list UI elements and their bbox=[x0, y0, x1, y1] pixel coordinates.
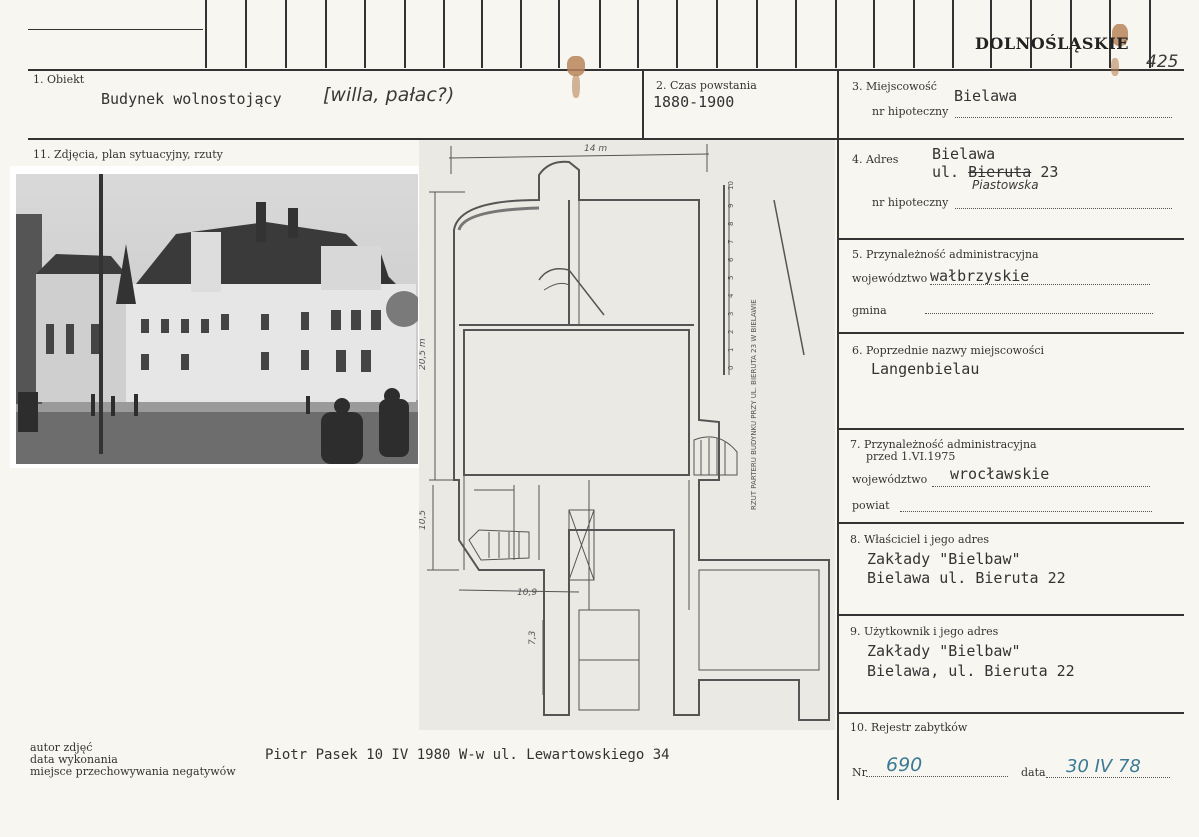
field9-label: 9. Użytkownik i jego adres bbox=[850, 625, 999, 638]
field3-value: Bielawa bbox=[954, 87, 1018, 105]
plan-dim-bottom2: 7,3 bbox=[528, 630, 538, 645]
field1-handwritten: [willa, pałac?) bbox=[323, 84, 455, 106]
field6-value: Langenbielau bbox=[871, 360, 980, 378]
plan-dim-left: 20,5 m bbox=[419, 338, 428, 370]
paper-stain bbox=[567, 56, 585, 76]
field1-label: 1. Obiekt bbox=[33, 73, 85, 86]
field10-label: 10. Rejestr zabytków bbox=[850, 721, 968, 734]
field4-ul: ul. bbox=[932, 163, 960, 181]
field1-value: Budynek wolnostojący bbox=[101, 90, 282, 108]
field5-woj-value: wałbrzyskie bbox=[930, 267, 1030, 285]
field8-label: 8. Właściciel i jego adres bbox=[850, 533, 990, 546]
inventory-card: DOLNOŚLĄSKIE 425 1. Obiekt Budynek wolno… bbox=[0, 0, 1199, 837]
region-stamp: DOLNOŚLĄSKIE bbox=[975, 34, 1129, 53]
field4-hipoteczny-label: nr hipoteczny bbox=[872, 196, 949, 209]
field8-line2: Bielawa ul. Bieruta 22 bbox=[867, 569, 1066, 587]
field4-label: 4. Adres bbox=[852, 153, 899, 166]
plan-dim-bottom: 10,9 bbox=[517, 588, 537, 598]
plan-scale-label: 5 bbox=[727, 276, 735, 280]
plan-scale-label: 2 bbox=[727, 330, 735, 334]
field8-line1: Zakłady "Bielbaw" bbox=[867, 550, 1021, 568]
corner-number: 425 bbox=[1146, 52, 1179, 72]
field6-label: 6. Poprzednie nazwy miejscowości bbox=[852, 344, 1045, 357]
footer-value: Piotr Pasek 10 IV 1980 W-w ul. Lewartows… bbox=[265, 747, 670, 763]
plan-scale-label: 8 bbox=[727, 222, 735, 226]
plan-dim-left2: 10,5 bbox=[419, 510, 428, 530]
paper-stain bbox=[1111, 58, 1119, 76]
plan-scale-label: 3 bbox=[727, 312, 735, 316]
plan-dim-top: 14 m bbox=[584, 144, 607, 154]
field7-woj-label: województwo bbox=[852, 473, 928, 486]
villa-photograph bbox=[10, 166, 424, 468]
footer-label-storage: miejsce przechowywania negatywów bbox=[30, 765, 236, 778]
field11-label: 11. Zdjęcia, plan sytuacyjny, rzuty bbox=[33, 148, 223, 161]
floor-plan-sketch: 14 m 20,5 m 10,5 10,9 7,3 0 1 2 3 4 5 6 7 8 9 10 R… bbox=[418, 140, 835, 730]
field7-label-line2: przed 1.VI.1975 bbox=[866, 450, 956, 463]
plan-scale-label: 0 bbox=[727, 366, 735, 370]
plan-scale-label: 1 bbox=[727, 348, 735, 352]
plan-scale-label: 10 bbox=[727, 181, 735, 190]
field3-label: 3. Miejscowość bbox=[852, 80, 937, 93]
plan-scale-label: 7 bbox=[727, 240, 735, 244]
field4-handwritten-street: Piastowska bbox=[972, 178, 1039, 192]
field5-label: 5. Przynależność administracyjna bbox=[852, 248, 1039, 261]
field7-woj-value: wrocławskie bbox=[950, 465, 1050, 483]
plan-scale-label: 6 bbox=[727, 257, 735, 262]
field10-nr-value: 690 bbox=[886, 754, 923, 776]
field4-number: 23 bbox=[1040, 163, 1059, 181]
paper-stain bbox=[572, 74, 580, 98]
field9-line1: Zakłady "Bielbaw" bbox=[867, 642, 1021, 660]
field9-line2: Bielawa, ul. Bieruta 22 bbox=[867, 662, 1075, 680]
field10-nr-label: Nr bbox=[852, 766, 867, 779]
field2-value: 1880-1900 bbox=[653, 93, 735, 111]
field5-gmina-label: gmina bbox=[852, 304, 887, 317]
field10-data-value: 30 IV 78 bbox=[1066, 756, 1141, 777]
plan-caption: RZUT PARTERU BUDYNKU PRZY UL. BIERUTA 23… bbox=[750, 299, 758, 510]
plan-scale-label: 4 bbox=[727, 293, 735, 298]
field4-line1: Bielawa bbox=[932, 145, 996, 163]
field5-woj-label: województwo bbox=[852, 272, 928, 285]
field3-hipoteczny-label: nr hipoteczny bbox=[872, 105, 949, 118]
field10-data-label: data bbox=[1021, 766, 1046, 779]
plan-scale-label: 9 bbox=[727, 204, 735, 208]
field2-label: 2. Czas powstania bbox=[656, 79, 757, 92]
field7-powiat-label: powiat bbox=[852, 499, 890, 512]
